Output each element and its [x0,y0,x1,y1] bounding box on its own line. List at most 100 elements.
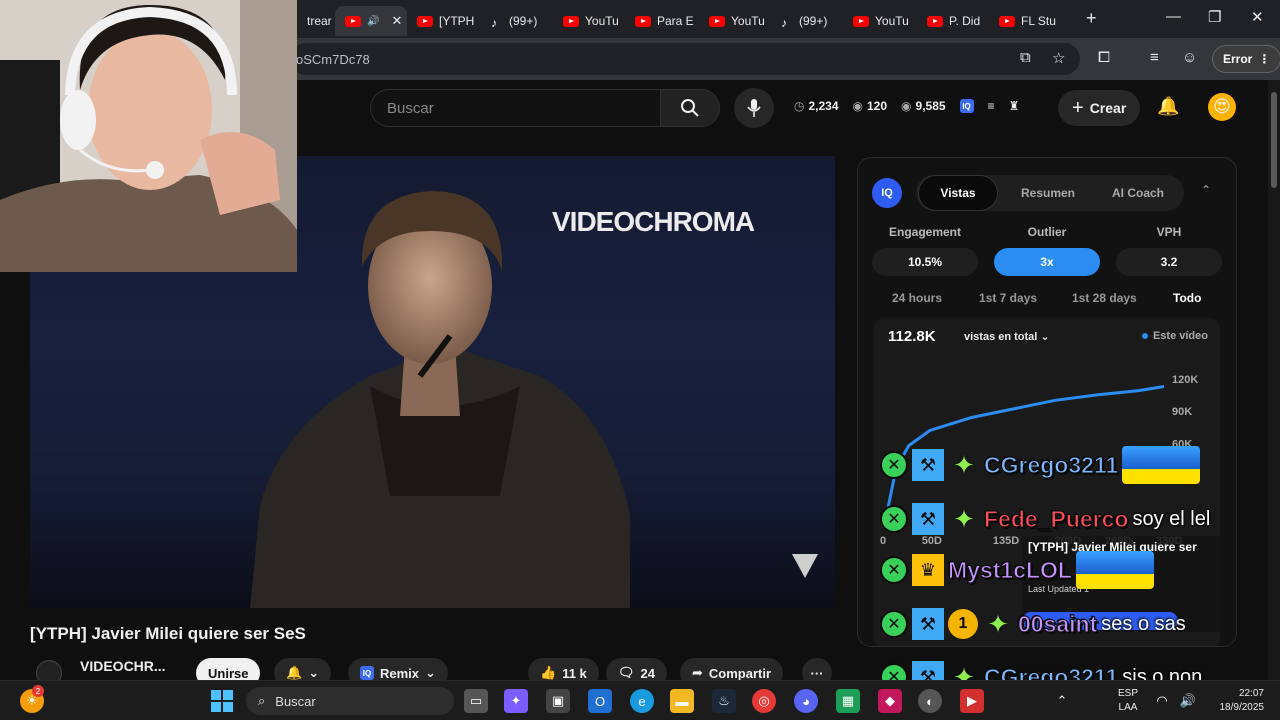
create-button[interactable]: + Crear [1058,90,1141,126]
file-explorer-icon[interactable]: ▬ [670,689,694,713]
notifications-bell-icon[interactable]: 🔔 [1157,96,1179,117]
tab-list: trear 🔊 ✕ [YTPH ♪ (99+) YouTu Para E YouTu ♪ (99+)… [297,0,1061,38]
legend-dot [1141,333,1148,339]
chat-text: ses o sas [1101,612,1186,635]
page-scrollbar[interactable] [1268,80,1280,680]
search-button[interactable] [660,89,720,127]
range-7d[interactable]: 1st 7 days [979,291,1037,305]
tab-ai-coach[interactable]: AI Coach [1096,175,1180,211]
url-field[interactable] [290,43,1080,75]
vidiq-icon[interactable]: IQ [959,99,974,113]
stat-watch-time: ◷ 2,234 [794,99,839,113]
chevron-down-icon: ⌄ [1040,331,1050,343]
new-tab-button[interactable]: + [1076,8,1107,29]
tab-vistas[interactable]: Vistas [918,175,998,211]
start-icon[interactable] [210,689,234,713]
screen: trear 🔊 ✕ [YTPH ♪ (99+) YouTu Para E YouTu ♪ (99+)… [0,0,1280,720]
minimize-icon[interactable]: — [1166,8,1181,25]
close-icon[interactable]: ✕ [1251,8,1264,26]
video-title: [YTPH] Javier Milei quiere ser SeS [30,624,306,643]
browser-tab[interactable]: trear [297,6,335,36]
stat-views: ◉ 120 [853,99,888,113]
scrollbar-thumb[interactable] [1271,92,1277,188]
url-text[interactable]: oSCm7Dc78 [296,52,370,67]
tab-label: trear [307,14,332,28]
search-icon [681,99,699,117]
spreadsheet-icon[interactable]: ▦ [836,689,860,713]
range-28d[interactable]: 1st 28 days [1072,291,1137,305]
search-input[interactable]: Buscar [370,89,660,127]
browser-tab[interactable]: Para E [625,6,699,36]
browser-tab[interactable]: ♪ (99+) [771,6,843,36]
obs-icon[interactable]: ◐ [918,689,942,713]
avatar[interactable]: 😍 [1208,93,1236,121]
share-icon: ➦ [692,665,703,680]
streamer-figure [0,0,297,272]
thumb-up-icon: 👍 [540,665,557,680]
profile-icon[interactable]: ☺ [1182,49,1197,66]
list-icon[interactable]: ≡ [988,99,995,113]
voice-search-button[interactable] [734,88,774,128]
star-icon: ✦ [987,608,1009,639]
hammer-icon: ⚒ [912,503,944,535]
mod-icon: ✕ [880,505,908,533]
browser-tab[interactable]: YouTu [843,6,917,36]
tab-label: YouTu [585,14,619,28]
youtube-icon [927,15,943,27]
browser-tab[interactable]: YouTu [553,6,625,36]
tab-label: (99+) [799,14,828,28]
extensions-icon[interactable]: ⧠ [1098,49,1110,66]
bookmark-star-icon[interactable]: ☆ [1052,49,1065,67]
profile-error-button[interactable]: Error ⋮ [1212,45,1280,73]
create-label: Crear [1089,100,1127,116]
vidiq-logo: IQ [872,178,902,208]
comment-icon: 🗨 [618,665,635,680]
tab-resumen[interactable]: Resumen [1006,175,1090,211]
browser-tab[interactable]: P. Did [917,6,989,36]
media-control-icon[interactable]: ≡ [1150,49,1159,66]
browser-tab[interactable]: [YTPH [407,6,481,36]
app-icon[interactable]: ◆ [878,689,902,713]
browser-tab[interactable]: FL Stu [989,6,1061,36]
maximize-icon[interactable]: ❐ [1208,8,1221,26]
tab-label: P. Did [949,14,981,28]
range-24h[interactable]: 24 hours [892,291,942,305]
clock[interactable]: 22:07 18/9/2025 [1206,687,1265,715]
mod-icon: ✕ [880,556,908,584]
collapse-chevron-icon[interactable]: ⌃ [1201,183,1211,197]
streaming-app-icon[interactable]: ▶ [960,689,984,713]
steam-icon[interactable]: ♨ [712,689,736,713]
chat-emote [1122,446,1201,484]
install-app-icon[interactable]: ⧉ [1020,49,1031,66]
youtube-icon [709,15,725,27]
browser-tab[interactable]: ♪ (99+) [481,6,553,36]
clock-icon: ◷ [794,99,805,113]
copilot-icon[interactable]: ✦ [504,689,528,713]
volume-icon[interactable]: 🔊 [1176,689,1200,713]
chrome-icon[interactable]: ◎ [752,689,776,713]
range-all[interactable]: Todo [1173,291,1201,305]
store-icon[interactable]: ▣ [546,689,570,713]
discord-icon[interactable]: ◕ [794,689,818,713]
outlook-icon[interactable]: O [588,689,612,713]
video-overlay-brand: VIDEOCHROMA [552,206,755,237]
stat-value: 9,585 [915,99,946,113]
browser-tab[interactable]: YouTu [699,6,771,36]
tiktok-icon: ♪ [781,15,787,30]
trophy-icon[interactable]: ♜ [1009,99,1020,113]
tab-label: [YTPH [439,14,475,28]
wifi-icon[interactable]: ◠ [1150,689,1174,713]
language-indicator[interactable]: ESP LAA [1118,687,1138,715]
youtube-icon [635,15,651,27]
taskbar-search[interactable]: ⌕ Buscar [246,687,454,715]
channel-watermark-icon[interactable] [792,554,818,578]
channel-name[interactable]: VIDEOCHR... [80,658,166,674]
hammer-icon: ⚒ [912,449,944,481]
audio-playing-icon[interactable]: 🔊 [367,16,379,27]
tray-chevron-icon[interactable]: ⌃ [1050,689,1074,713]
close-tab-icon[interactable]: ✕ [391,13,402,29]
edge-icon[interactable]: e [630,689,654,713]
task-view-icon[interactable]: ▭ [464,689,488,713]
browser-tab[interactable]: 🔊 ✕ [335,6,407,36]
views-metric-select[interactable]: vistas en total ⌄ [964,330,1050,343]
